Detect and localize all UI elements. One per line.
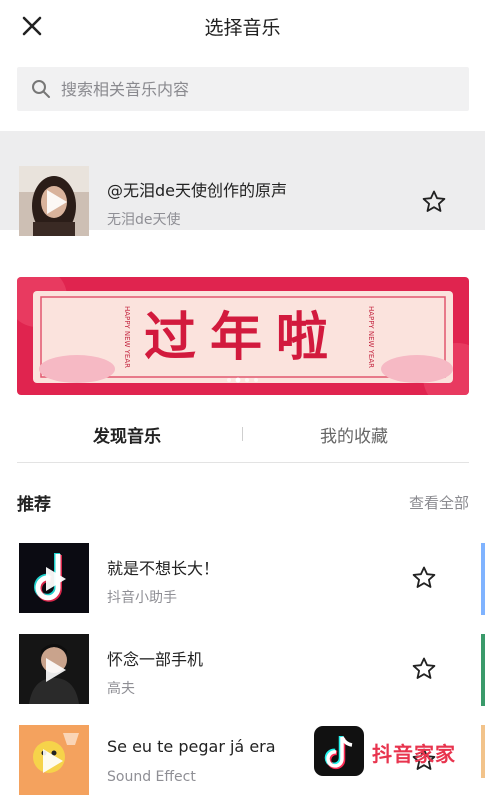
watermark: 抖音家家	[314, 726, 482, 778]
page-title: 选择音乐	[204, 17, 281, 39]
song-title: 怀念一部手机	[107, 650, 204, 669]
song-cover[interactable]	[19, 543, 89, 613]
current-sound-title: @无泪de天使创作的原声	[107, 181, 288, 200]
tab-divider	[242, 427, 243, 441]
favorite-star-icon[interactable]	[411, 656, 437, 682]
song-cover[interactable]	[19, 634, 89, 704]
song-cover[interactable]	[19, 725, 89, 795]
page-dot	[245, 378, 249, 382]
promo-banner[interactable]: HAPPY NEW YEAR HAPPY NEW YEAR 过年啦	[17, 277, 469, 395]
tab-my-favorites[interactable]: 我的收藏	[320, 422, 388, 447]
search-bar[interactable]	[17, 67, 469, 111]
tab-discover-music[interactable]: 发现音乐	[93, 422, 161, 447]
see-all-link[interactable]: 查看全部	[409, 492, 469, 513]
song-artist: 高夫	[107, 681, 135, 697]
banner-side-text-left: HAPPY NEW YEAR	[123, 306, 131, 368]
list-item[interactable]: 就是不想长大！ 抖音小助手	[0, 543, 485, 629]
song-title: Se eu te pegar já era	[107, 737, 276, 756]
song-title: 就是不想长大！	[107, 559, 220, 578]
current-sound-row[interactable]: @无泪de天使创作的原声 无泪de天使	[0, 131, 485, 236]
search-input[interactable]	[61, 67, 451, 111]
top-bar: 选择音乐	[0, 0, 485, 54]
list-item[interactable]: 怀念一部手机 高夫	[0, 634, 485, 720]
banner-title: 过年啦	[144, 308, 342, 368]
tiktok-logo-icon	[314, 726, 364, 776]
scroll-edge-indicator	[481, 634, 485, 706]
banner-side-text-right: HAPPY NEW YEAR	[367, 306, 375, 368]
favorite-star-icon[interactable]	[411, 565, 437, 591]
page-dot	[254, 378, 258, 382]
search-icon	[32, 80, 50, 98]
watermark-text: 抖音家家	[372, 742, 456, 766]
page-dot	[227, 378, 231, 382]
current-sound-author: 无泪de天使	[107, 212, 181, 228]
song-artist: 抖音小助手	[107, 590, 177, 606]
scroll-edge-indicator	[481, 543, 485, 615]
recommend-heading: 推荐	[17, 495, 51, 515]
page-dot-active	[235, 377, 241, 383]
song-artist: Sound Effect	[107, 769, 196, 785]
current-sound-cover[interactable]	[19, 166, 89, 236]
music-tabs: 发现音乐 我的收藏	[17, 408, 469, 463]
favorite-star-icon[interactable]	[421, 189, 447, 215]
